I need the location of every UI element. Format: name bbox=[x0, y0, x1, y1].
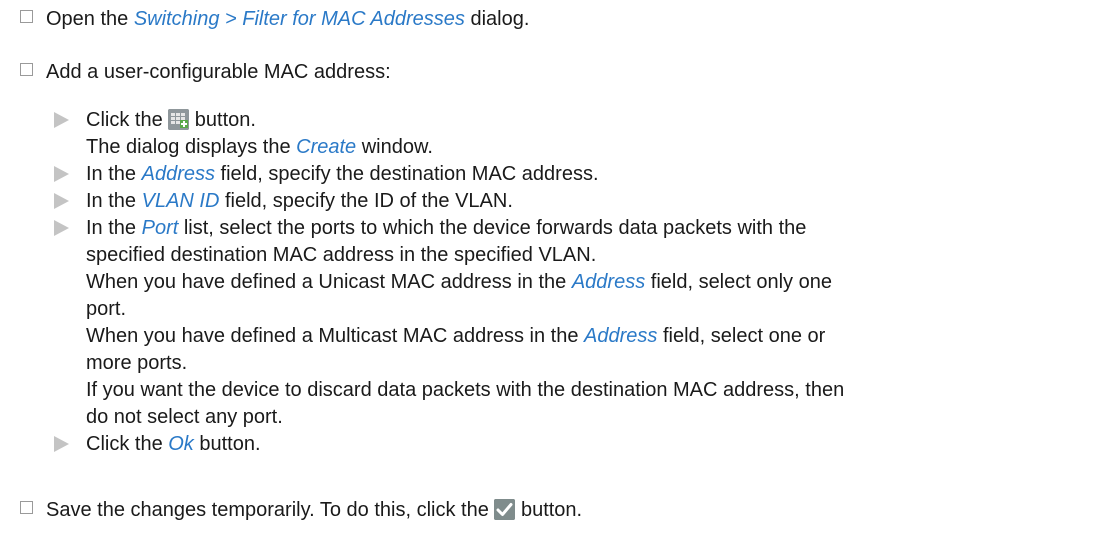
arrow-bullet-icon bbox=[54, 166, 69, 182]
port-list-link[interactable]: Port bbox=[142, 217, 179, 239]
arrow-bullet-icon bbox=[54, 193, 69, 209]
checkbox-icon[interactable] bbox=[20, 10, 33, 23]
substep-text: In the VLAN ID field, specify the ID of … bbox=[86, 190, 513, 212]
ok-button-link[interactable]: Ok bbox=[168, 433, 194, 455]
step-open-dialog: Open the Switching > Filter for MAC Addr… bbox=[20, 6, 529, 30]
step-text: Save the changes temporarily. To do this… bbox=[46, 499, 583, 521]
substep-text: more ports. bbox=[86, 352, 188, 374]
substep-text: Click the Ok button. bbox=[86, 433, 261, 455]
address-field-link[interactable]: Address bbox=[142, 163, 215, 185]
checkbox-icon[interactable] bbox=[20, 501, 33, 514]
substep-text: The dialog displays the Create window. bbox=[86, 136, 433, 158]
substep-text: do not select any port. bbox=[86, 406, 283, 428]
substep-text: If you want the device to discard data p… bbox=[86, 379, 845, 401]
arrow-bullet-icon bbox=[54, 436, 69, 452]
arrow-bullet-icon bbox=[54, 220, 69, 236]
substep-text: In the Port list, select the ports to wh… bbox=[86, 217, 807, 239]
dialog-path-link[interactable]: Switching > Filter for MAC Addresses bbox=[134, 8, 465, 30]
step-add-mac: Add a user-configurable MAC address: bbox=[20, 59, 391, 83]
checkmark-save-icon[interactable] bbox=[494, 499, 516, 520]
step-text: Add a user-configurable MAC address: bbox=[46, 61, 391, 83]
step-text: Open the Switching > Filter for MAC Addr… bbox=[46, 8, 530, 30]
address-field-link[interactable]: Address bbox=[572, 271, 645, 293]
create-window-link[interactable]: Create bbox=[296, 136, 356, 158]
substep-text: When you have defined a Unicast MAC addr… bbox=[86, 271, 832, 293]
arrow-bullet-icon bbox=[54, 112, 69, 128]
vlan-id-field-link[interactable]: VLAN ID bbox=[142, 190, 220, 212]
address-field-link[interactable]: Address bbox=[584, 325, 657, 347]
create-table-row-icon[interactable] bbox=[168, 109, 190, 130]
substep-text: Click the button. bbox=[86, 109, 256, 131]
substep-text: When you have defined a Multicast MAC ad… bbox=[86, 325, 826, 347]
substep-text: port. bbox=[86, 298, 127, 320]
step-save: Save the changes temporarily. To do this… bbox=[20, 497, 582, 521]
checkbox-icon[interactable] bbox=[20, 63, 33, 76]
substep-text: specified destination MAC address in the… bbox=[86, 244, 597, 266]
substep-text: In the Address field, specify the destin… bbox=[86, 163, 599, 185]
